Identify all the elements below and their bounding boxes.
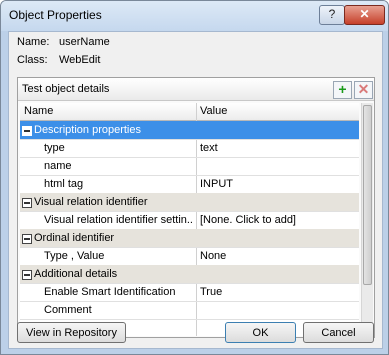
panel-title: Test object details <box>22 83 110 95</box>
help-button[interactable]: ? <box>319 5 345 25</box>
close-button[interactable]: ✕ <box>344 5 385 25</box>
grid-header: Name Value <box>20 103 359 121</box>
add-property-button[interactable]: + <box>333 81 352 99</box>
collapse-icon[interactable] <box>22 270 32 280</box>
name-row: Name: userName <box>17 36 110 48</box>
name-label: Name: <box>17 36 50 48</box>
property-name: Visual relation identifier settin... <box>44 214 194 226</box>
property-grid: Name Value Description properties type tex… <box>20 103 359 336</box>
panel-header: Test object details + ✕ <box>18 78 374 101</box>
property-name: html tag <box>44 178 84 190</box>
column-header-value[interactable]: Value <box>200 105 227 117</box>
title-bar: Object Properties ? ✕ <box>1 1 388 31</box>
property-name: Description properties <box>34 124 141 136</box>
class-value: WebEdit <box>59 54 101 66</box>
column-header-name[interactable]: Name <box>24 105 53 117</box>
plus-icon: + <box>338 81 347 97</box>
property-name: Visual relation identifier <box>34 196 148 208</box>
scrollbar-thumb[interactable] <box>363 105 372 285</box>
delete-icon: ✕ <box>357 81 370 97</box>
object-properties-dialog: Object Properties ? ✕ Name: userName Clas… <box>0 0 389 355</box>
property-name: Additional details <box>34 268 118 280</box>
collapse-icon[interactable] <box>22 198 32 208</box>
property-value[interactable]: [None. Click to add] <box>200 214 296 226</box>
property-row[interactable]: Enable Smart Identification True <box>20 283 359 302</box>
category-row[interactable]: Visual relation identifier <box>20 193 359 212</box>
cancel-button[interactable]: Cancel <box>303 322 374 343</box>
property-value[interactable]: None <box>200 250 226 262</box>
category-row[interactable]: Description properties <box>20 121 359 140</box>
property-name: Comment <box>44 304 92 316</box>
property-value[interactable]: text <box>200 142 218 154</box>
property-row[interactable]: Visual relation identifier settin... [Non… <box>20 211 359 230</box>
property-name: Type , Value <box>44 250 105 262</box>
property-value[interactable]: True <box>200 286 222 298</box>
category-row[interactable]: Additional details <box>20 265 359 284</box>
collapse-icon[interactable] <box>22 126 32 136</box>
property-name: Enable Smart Identification <box>44 286 176 298</box>
name-value: userName <box>59 36 110 48</box>
property-name: type <box>44 142 65 154</box>
property-row[interactable]: type text <box>20 139 359 158</box>
class-row: Class: WebEdit <box>17 54 100 66</box>
property-row[interactable]: Type , Value None <box>20 247 359 266</box>
property-value[interactable]: INPUT <box>200 178 233 190</box>
vertical-scrollbar[interactable] <box>361 103 373 336</box>
property-row[interactable]: Comment <box>20 301 359 320</box>
test-object-details-panel: Test object details + ✕ Name Value Descr… <box>17 77 375 338</box>
property-row[interactable]: html tag INPUT <box>20 175 359 194</box>
property-name: Ordinal identifier <box>34 232 115 244</box>
collapse-icon[interactable] <box>22 234 32 244</box>
view-in-repository-button[interactable]: View in Repository <box>17 322 126 343</box>
dialog-body: Name: userName Class: WebEdit Test object … <box>8 31 383 349</box>
property-name: name <box>44 160 72 172</box>
window-title: Object Properties <box>9 8 102 22</box>
class-label: Class: <box>17 54 48 66</box>
category-row[interactable]: Ordinal identifier <box>20 229 359 248</box>
ok-button[interactable]: OK <box>225 322 296 343</box>
property-row[interactable]: name <box>20 157 359 176</box>
remove-property-button[interactable]: ✕ <box>354 81 373 99</box>
